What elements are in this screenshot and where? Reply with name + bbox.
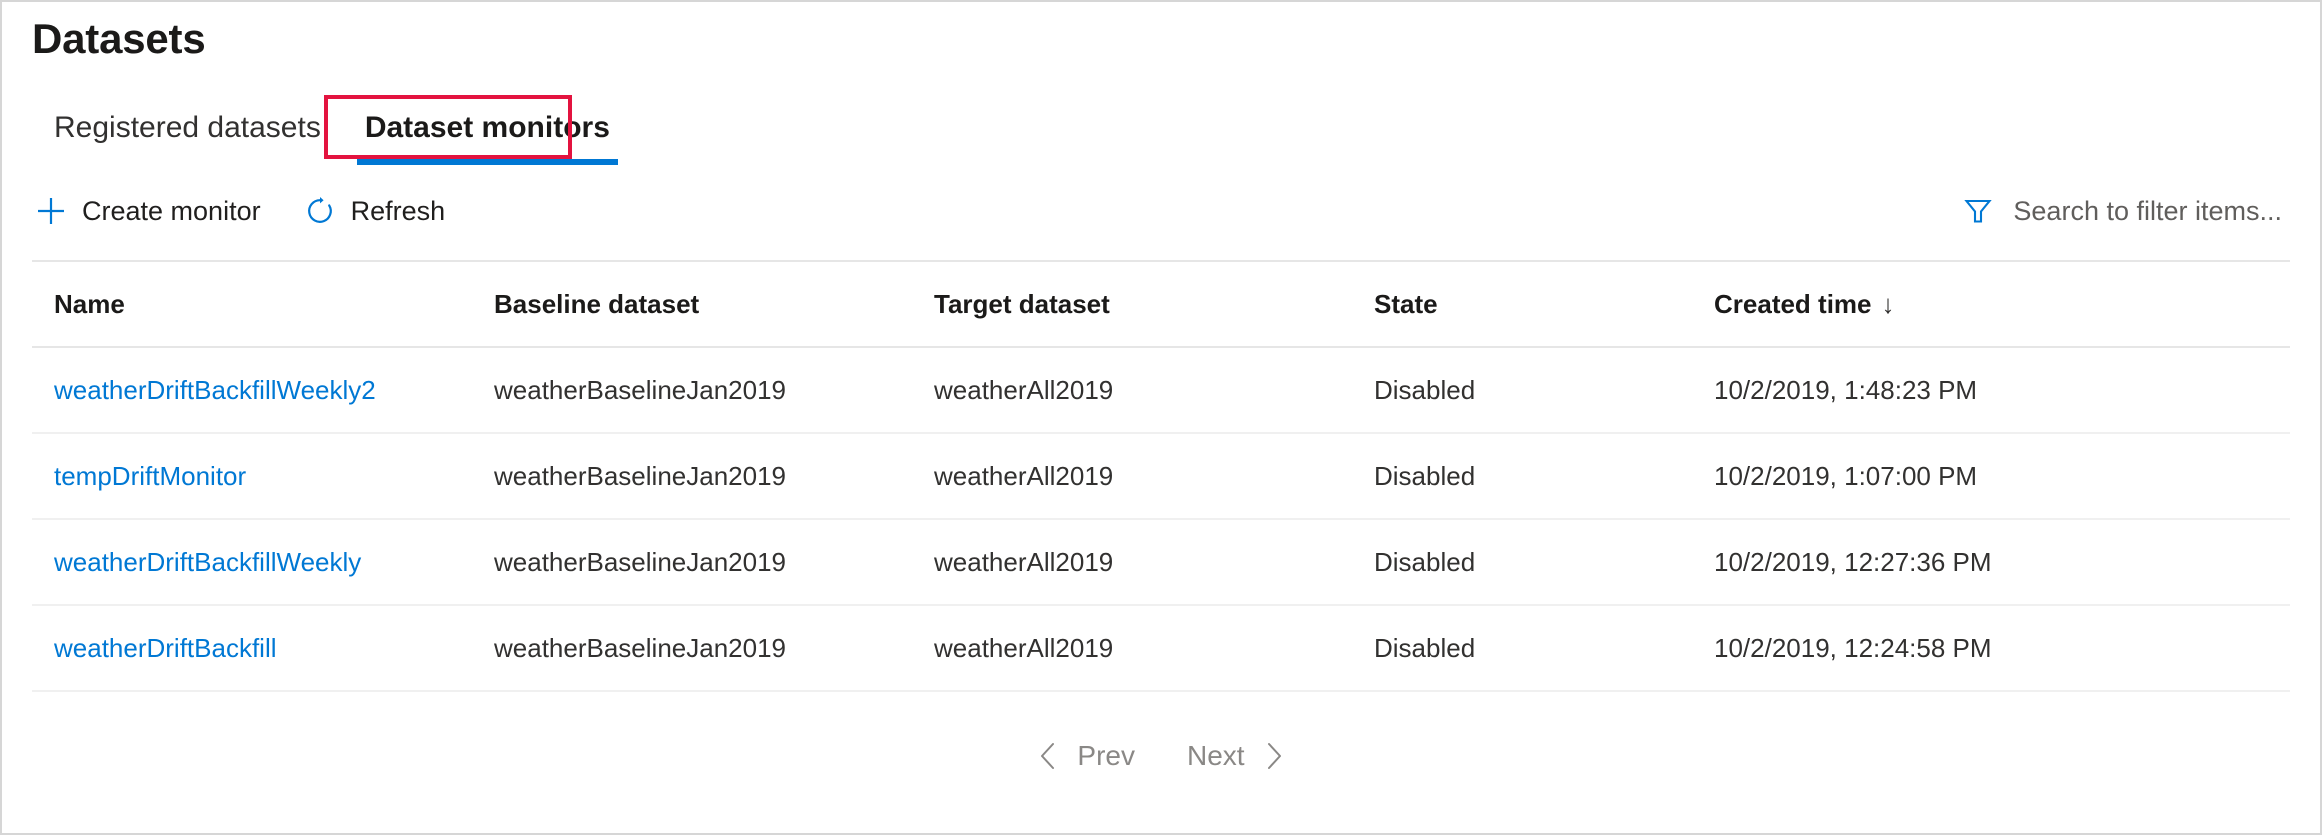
column-header-state[interactable]: State xyxy=(1352,261,1692,347)
table-row[interactable]: weatherDriftBackfillWeekly weatherBaseli… xyxy=(32,519,2290,605)
monitor-name-link[interactable]: weatherDriftBackfill xyxy=(54,633,277,663)
next-page-button[interactable]: Next xyxy=(1183,737,1291,775)
cell-baseline-dataset: weatherBaselineJan2019 xyxy=(472,433,912,519)
cell-target-dataset: weatherAll2019 xyxy=(912,519,1352,605)
table-row[interactable]: weatherDriftBackfillWeekly2 weatherBasel… xyxy=(32,347,2290,433)
cell-target-dataset: weatherAll2019 xyxy=(912,347,1352,433)
table-header-row: Name Baseline dataset Target dataset Sta… xyxy=(32,261,2290,347)
cell-created-time: 10/2/2019, 1:48:23 PM xyxy=(1692,347,2290,433)
column-header-state-label: State xyxy=(1374,289,1438,319)
table-row[interactable]: weatherDriftBackfill weatherBaselineJan2… xyxy=(32,605,2290,691)
page-title: Datasets xyxy=(32,14,206,64)
filter-search-control[interactable]: Search to filter items... xyxy=(1961,194,2290,228)
cell-baseline-dataset: weatherBaselineJan2019 xyxy=(472,605,912,691)
column-header-baseline-dataset[interactable]: Baseline dataset xyxy=(472,261,912,347)
cell-name: tempDriftMonitor xyxy=(32,433,472,519)
cell-name: weatherDriftBackfillWeekly xyxy=(32,519,472,605)
cell-created-time: 10/2/2019, 12:27:36 PM xyxy=(1692,519,2290,605)
plus-icon xyxy=(34,194,68,228)
column-header-name[interactable]: Name xyxy=(32,261,472,347)
cell-baseline-dataset: weatherBaselineJan2019 xyxy=(472,347,912,433)
table-header: Name Baseline dataset Target dataset Sta… xyxy=(32,261,2290,347)
command-bar: Create monitor Refresh Search to filter … xyxy=(2,180,2320,242)
command-bar-actions: Create monitor Refresh xyxy=(32,190,447,232)
chevron-left-icon xyxy=(1035,741,1061,771)
tab-bar: Registered datasets Dataset monitors xyxy=(32,97,632,167)
cell-target-dataset: weatherAll2019 xyxy=(912,605,1352,691)
cell-name: weatherDriftBackfillWeekly2 xyxy=(32,347,472,433)
cell-name: weatherDriftBackfill xyxy=(32,605,472,691)
column-header-name-label: Name xyxy=(54,289,125,319)
cell-created-time: 10/2/2019, 1:07:00 PM xyxy=(1692,433,2290,519)
prev-page-label: Prev xyxy=(1077,742,1135,770)
prev-page-button[interactable]: Prev xyxy=(1031,737,1139,775)
column-header-target-dataset[interactable]: Target dataset xyxy=(912,261,1352,347)
filter-search-placeholder: Search to filter items... xyxy=(2013,196,2282,227)
column-header-baseline-dataset-label: Baseline dataset xyxy=(494,289,699,319)
tab-registered-datasets-label: Registered datasets xyxy=(54,111,321,144)
column-header-created-time[interactable]: Created time ↓ xyxy=(1692,261,2290,347)
table-row[interactable]: tempDriftMonitor weatherBaselineJan2019 … xyxy=(32,433,2290,519)
filter-funnel-icon xyxy=(1961,194,1995,228)
tab-dataset-monitors[interactable]: Dataset monitors xyxy=(343,97,632,163)
create-monitor-button[interactable]: Create monitor xyxy=(32,190,263,232)
tab-dataset-monitors-label: Dataset monitors xyxy=(365,111,610,144)
monitor-name-link[interactable]: weatherDriftBackfillWeekly2 xyxy=(54,375,376,405)
cell-state: Disabled xyxy=(1352,433,1692,519)
dataset-monitors-table: Name Baseline dataset Target dataset Sta… xyxy=(32,260,2290,692)
sort-descending-icon: ↓ xyxy=(1882,289,1895,320)
active-tab-indicator xyxy=(357,159,618,165)
cell-baseline-dataset: weatherBaselineJan2019 xyxy=(472,519,912,605)
cell-state: Disabled xyxy=(1352,605,1692,691)
monitor-name-link[interactable]: weatherDriftBackfillWeekly xyxy=(54,547,361,577)
monitor-name-link[interactable]: tempDriftMonitor xyxy=(54,461,246,491)
refresh-label: Refresh xyxy=(351,198,446,225)
column-header-created-time-label: Created time xyxy=(1714,289,1872,319)
cell-state: Disabled xyxy=(1352,347,1692,433)
pagination-controls: Prev Next xyxy=(2,737,2320,775)
refresh-button[interactable]: Refresh xyxy=(301,190,448,232)
chevron-right-icon xyxy=(1261,741,1287,771)
table-body: weatherDriftBackfillWeekly2 weatherBasel… xyxy=(32,347,2290,691)
monitors-table-container: Name Baseline dataset Target dataset Sta… xyxy=(32,260,2290,692)
next-page-label: Next xyxy=(1187,742,1245,770)
cell-target-dataset: weatherAll2019 xyxy=(912,433,1352,519)
column-header-target-dataset-label: Target dataset xyxy=(934,289,1110,319)
cell-created-time: 10/2/2019, 12:24:58 PM xyxy=(1692,605,2290,691)
datasets-page: Datasets Registered datasets Dataset mon… xyxy=(0,0,2322,835)
tab-registered-datasets[interactable]: Registered datasets xyxy=(32,97,343,163)
cell-state: Disabled xyxy=(1352,519,1692,605)
create-monitor-label: Create monitor xyxy=(82,198,261,225)
refresh-icon xyxy=(303,194,337,228)
